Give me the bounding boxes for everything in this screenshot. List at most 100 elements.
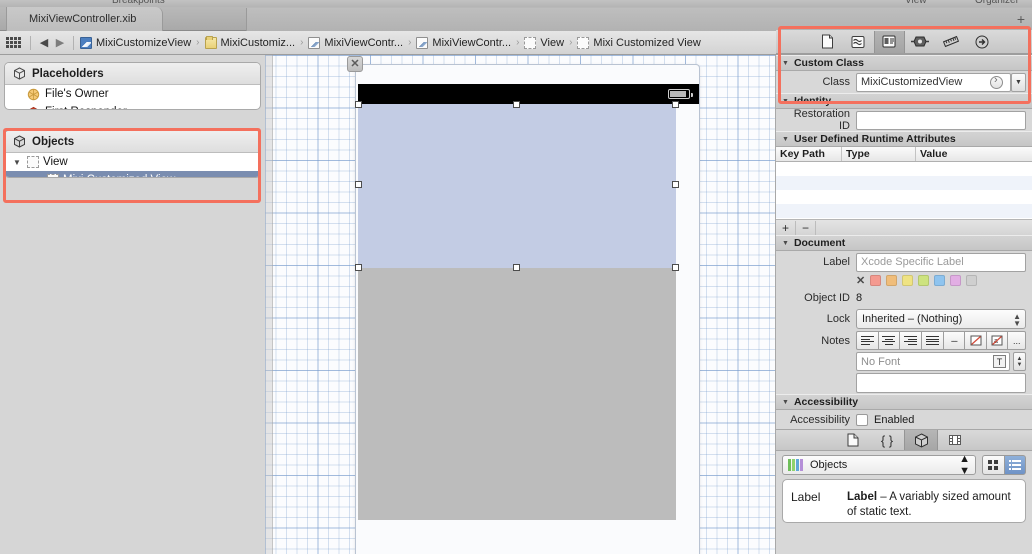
list-view-icon[interactable] [1004, 455, 1026, 475]
align-right-icon[interactable] [900, 331, 922, 350]
notes-font-row: No Font T ▲ ▼ [776, 351, 1032, 372]
resize-handle-bottom-center[interactable] [513, 264, 520, 271]
restoration-id-row: Restoration ID [776, 108, 1032, 132]
clear-color-button[interactable]: ✕ [856, 274, 865, 287]
attributes-inspector-icon[interactable] [905, 31, 936, 53]
code-snippet-library-icon[interactable]: { } [870, 430, 904, 450]
notes-label: Notes [821, 334, 850, 347]
align-justify-icon[interactable] [921, 331, 944, 350]
size-inspector-icon[interactable] [936, 31, 967, 53]
font-size-stepper[interactable]: ▲ ▼ [1013, 352, 1026, 371]
resize-handle-bottom-right[interactable] [672, 264, 679, 271]
align-dashes-icon[interactable]: --- [943, 331, 966, 350]
media-library-icon[interactable] [938, 430, 972, 450]
row-label: File's Owner [45, 88, 109, 100]
view-canvas-frame[interactable]: ✕ [347, 56, 700, 554]
row-label: Mixi Customized View [63, 174, 175, 177]
swatch-orange[interactable] [886, 275, 898, 286]
outline-row-view[interactable]: ▼ View [5, 153, 260, 171]
section-custom-class[interactable]: ▼ Custom Class [776, 55, 1032, 71]
swatch-green[interactable] [918, 275, 930, 286]
swatch-red[interactable] [870, 275, 882, 286]
section-user-defined-runtime-attributes[interactable]: ▼ User Defined Runtime Attributes [776, 131, 1032, 147]
grid-view-icon[interactable] [982, 455, 1004, 475]
column-value[interactable]: Value [916, 147, 1032, 161]
resize-handle-top-right[interactable] [672, 101, 679, 108]
column-key-path[interactable]: Key Path [776, 147, 842, 161]
object-library-icon[interactable] [904, 430, 938, 450]
resize-handle-top-center[interactable] [513, 101, 520, 108]
outline-row-files-owner[interactable]: File's Owner [5, 85, 260, 103]
runtime-attributes-toolbar: + − [776, 219, 1032, 235]
disclosure-triangle-icon[interactable]: ▼ [782, 136, 789, 143]
disclosure-triangle-icon[interactable]: ▼ [782, 240, 789, 247]
toolbar-ghost-organizer: Organizer [975, 0, 1019, 6]
resize-handle-middle-right[interactable] [672, 181, 679, 188]
resize-handle-top-left[interactable] [355, 101, 362, 108]
notes-text-area[interactable] [856, 373, 1026, 393]
swatch-gray[interactable] [966, 275, 978, 286]
library-category-popup[interactable]: Objects ▲ ▼ [782, 453, 976, 477]
breadcrumb-item-project[interactable]: MixiCustomizeView [79, 31, 192, 55]
file-template-library-icon[interactable] [836, 430, 870, 450]
add-attribute-button[interactable]: + [776, 220, 796, 235]
xcode-project-icon [80, 36, 92, 49]
interface-builder-canvas[interactable]: ✕ [265, 55, 775, 554]
font-panel-icon[interactable]: T [993, 355, 1006, 368]
disclosure-triangle-icon[interactable]: ▼ [782, 60, 789, 67]
accessibility-enabled-checkbox[interactable] [856, 413, 868, 426]
placeholders-header[interactable]: Placeholders [5, 63, 260, 85]
related-items-icon[interactable] [6, 37, 21, 48]
lock-row: Lock Inherited – (Nothing) ▲ ▼ [776, 308, 1032, 330]
breadcrumb-item-customized-view[interactable]: Mixi Customized View [576, 31, 701, 55]
breadcrumb-item-file[interactable]: MixiViewContr... [307, 31, 404, 55]
class-input[interactable]: MixiCustomizedView [856, 72, 1011, 92]
swatch-yellow[interactable] [902, 275, 914, 286]
outline-row-mixi-customized-view[interactable]: Mixi Customized View [5, 171, 260, 177]
outline-row-first-responder[interactable]: First Responder [5, 103, 260, 109]
resize-handle-middle-left[interactable] [355, 181, 362, 188]
swatch-blue[interactable] [934, 275, 946, 286]
breadcrumb-label: MixiCustomiz... [220, 36, 296, 49]
text-background-icon[interactable]: a [986, 331, 1009, 350]
file-inspector-icon[interactable] [812, 31, 843, 53]
runtime-attributes-table[interactable] [776, 162, 1032, 219]
notes-more-icon[interactable]: ... [1008, 331, 1026, 350]
breadcrumb-item-view[interactable]: View [523, 31, 565, 55]
align-left-icon[interactable] [856, 331, 879, 350]
breadcrumb-item-folder[interactable]: MixiCustomiz... [204, 31, 297, 55]
connections-inspector-icon[interactable] [967, 31, 998, 53]
root-view-background[interactable] [358, 268, 676, 520]
align-center-icon[interactable] [878, 331, 901, 350]
resize-handle-bottom-left[interactable] [355, 264, 362, 271]
tab-mixiviewcontroller-xib[interactable]: MixiViewController.xib [6, 7, 164, 31]
section-document[interactable]: ▼ Document [776, 235, 1032, 251]
new-tab-button[interactable]: + [1017, 12, 1025, 26]
objects-header[interactable]: Objects [5, 131, 260, 153]
quick-help-inspector-icon[interactable] [843, 31, 874, 53]
disclosure-triangle-icon[interactable]: ▼ [782, 98, 789, 105]
class-jump-icon[interactable] [990, 74, 1003, 89]
selected-custom-view[interactable] [358, 104, 676, 268]
text-color-icon[interactable] [965, 331, 987, 350]
library-view-toggle [982, 455, 1026, 475]
column-type[interactable]: Type [842, 147, 916, 161]
back-button[interactable]: ◀ [36, 36, 52, 49]
breadcrumb-item-xib[interactable]: MixiViewContr... [415, 31, 512, 55]
document-label-input[interactable]: Xcode Specific Label [856, 252, 1026, 272]
section-accessibility[interactable]: ▼ Accessibility [776, 394, 1032, 410]
remove-attribute-button[interactable]: − [796, 220, 816, 235]
restoration-id-input[interactable] [856, 110, 1026, 130]
class-dropdown-button[interactable]: ▼ [1011, 72, 1026, 92]
section-identity[interactable]: ▼ Identity [776, 93, 1032, 109]
swatch-purple[interactable] [950, 275, 962, 286]
forward-button[interactable]: ▶ [52, 36, 68, 49]
disclosure-triangle-icon[interactable]: ▼ [13, 158, 21, 167]
notes-font-field[interactable]: No Font T [856, 352, 1010, 371]
view-icon [47, 174, 59, 177]
lock-popup-button[interactable]: Inherited – (Nothing) ▲ ▼ [856, 309, 1026, 329]
close-icon[interactable]: ✕ [347, 56, 363, 72]
identity-inspector-icon[interactable] [873, 30, 905, 53]
restoration-id-label: Restoration ID [793, 108, 850, 132]
disclosure-triangle-icon[interactable]: ▼ [782, 399, 789, 406]
